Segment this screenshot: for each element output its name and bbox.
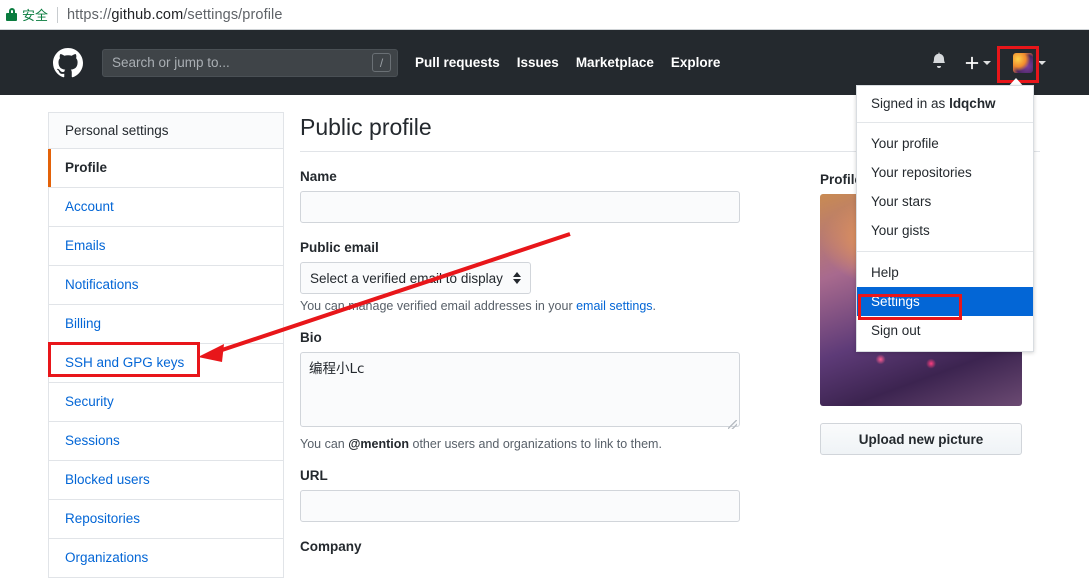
menu-item-your-stars[interactable]: Your stars: [857, 187, 1033, 216]
field-bio: Bio 编程小Lc You can @mention other users a…: [300, 330, 800, 451]
sidebar-item-security[interactable]: Security: [49, 383, 283, 422]
email-help-prefix: You can manage verified email addresses …: [300, 299, 577, 313]
bio-label: Bio: [300, 330, 322, 345]
personal-settings-sidebar: Personal settings Profile Account Emails…: [48, 112, 284, 578]
bio-help-mention: @mention: [348, 437, 410, 451]
security-status-label: 安全: [22, 9, 49, 24]
plus-icon: [965, 56, 979, 69]
primary-nav: Pull requests Issues Marketplace Explore: [415, 55, 720, 70]
menu-item-sign-out[interactable]: Sign out: [857, 316, 1033, 345]
email-settings-link[interactable]: email settings: [576, 299, 652, 313]
email-help-suffix: .: [652, 299, 657, 313]
name-label: Name: [300, 169, 337, 184]
name-input[interactable]: [300, 191, 740, 223]
public-email-select[interactable]: Select a verified email to display: [300, 262, 531, 294]
sidebar-item-account[interactable]: Account: [49, 188, 283, 227]
menu-item-settings[interactable]: Settings: [857, 287, 1033, 316]
sidebar-heading: Personal settings: [49, 113, 283, 149]
url-path: /settings/profile: [183, 6, 283, 23]
user-account-menu[interactable]: [1013, 52, 1046, 73]
screen-root: 安全 https://github.com/settings/profile S…: [0, 0, 1089, 585]
sidebar-item-notifications[interactable]: Notifications: [49, 266, 283, 305]
signed-in-username: ldqchw: [949, 96, 996, 111]
menu-item-your-repositories[interactable]: Your repositories: [857, 158, 1033, 187]
nav-explore[interactable]: Explore: [671, 55, 721, 70]
bio-help-suffix: other users and organizations to link to…: [409, 437, 662, 451]
public-email-label: Public email: [300, 240, 379, 255]
url-input[interactable]: [300, 490, 740, 522]
field-company: Company: [300, 539, 800, 554]
public-email-help: You can manage verified email addresses …: [300, 299, 800, 313]
menu-item-help[interactable]: Help: [857, 258, 1033, 287]
company-label: Company: [300, 539, 362, 554]
notifications-bell-icon[interactable]: [931, 52, 947, 73]
sidebar-item-emails[interactable]: Emails: [49, 227, 283, 266]
sidebar-item-profile[interactable]: Profile: [48, 149, 283, 188]
account-dropdown-menu: Signed in as ldqchw Your profile Your re…: [856, 85, 1034, 352]
menu-item-your-gists[interactable]: Your gists: [857, 216, 1033, 245]
upload-new-picture-button[interactable]: Upload new picture: [820, 423, 1022, 455]
sidebar-item-sessions[interactable]: Sessions: [49, 422, 283, 461]
lock-icon: [6, 8, 17, 21]
nav-pull-requests[interactable]: Pull requests: [415, 55, 500, 70]
search-input[interactable]: Search or jump to... /: [102, 48, 398, 77]
sidebar-item-organizations[interactable]: Organizations: [49, 539, 283, 578]
search-placeholder: Search or jump to...: [112, 55, 230, 70]
address-bar-divider: [57, 6, 59, 23]
nav-marketplace[interactable]: Marketplace: [576, 55, 654, 70]
create-new-menu[interactable]: [965, 56, 991, 70]
nav-issues[interactable]: Issues: [517, 55, 559, 70]
sidebar-item-ssh-and-gpg-keys[interactable]: SSH and GPG keys: [49, 344, 283, 383]
sidebar-item-repositories[interactable]: Repositories: [49, 500, 283, 539]
url-label: URL: [300, 468, 328, 483]
field-public-email: Public email Select a verified email to …: [300, 240, 800, 313]
github-logo-icon[interactable]: [52, 47, 84, 79]
bio-textarea-wrapper: 编程小Lc: [300, 352, 740, 432]
field-name: Name: [300, 169, 800, 223]
bio-help-prefix: You can: [300, 437, 349, 451]
field-url: URL: [300, 468, 800, 522]
sidebar-item-billing[interactable]: Billing: [49, 305, 283, 344]
search-shortcut-badge: /: [372, 53, 391, 72]
dropdown-group-primary: Your profile Your repositories Your star…: [857, 123, 1033, 252]
browser-address-bar: 安全 https://github.com/settings/profile: [0, 0, 1089, 30]
avatar: [1013, 52, 1033, 73]
url-host: github.com: [111, 6, 184, 23]
select-arrows-icon: [513, 272, 521, 284]
sidebar-item-blocked-users[interactable]: Blocked users: [49, 461, 283, 500]
dropdown-group-secondary: Help Settings Sign out: [857, 252, 1033, 351]
public-profile-form: Public profile Name Public email Select …: [300, 112, 1040, 561]
bio-help: You can @mention other users and organiz…: [300, 437, 800, 451]
chevron-down-icon: [983, 60, 991, 65]
signed-in-prefix: Signed in as: [871, 96, 950, 111]
url-scheme: https://: [67, 6, 112, 23]
address-bar-url[interactable]: https://github.com/settings/profile: [67, 7, 283, 23]
chevron-down-icon: [1038, 60, 1046, 65]
public-email-selected-value: Select a verified email to display: [310, 270, 503, 286]
signed-in-as-label: Signed in as ldqchw: [857, 86, 1033, 123]
menu-item-your-profile[interactable]: Your profile: [857, 129, 1033, 158]
bio-textarea[interactable]: 编程小Lc: [300, 352, 740, 427]
